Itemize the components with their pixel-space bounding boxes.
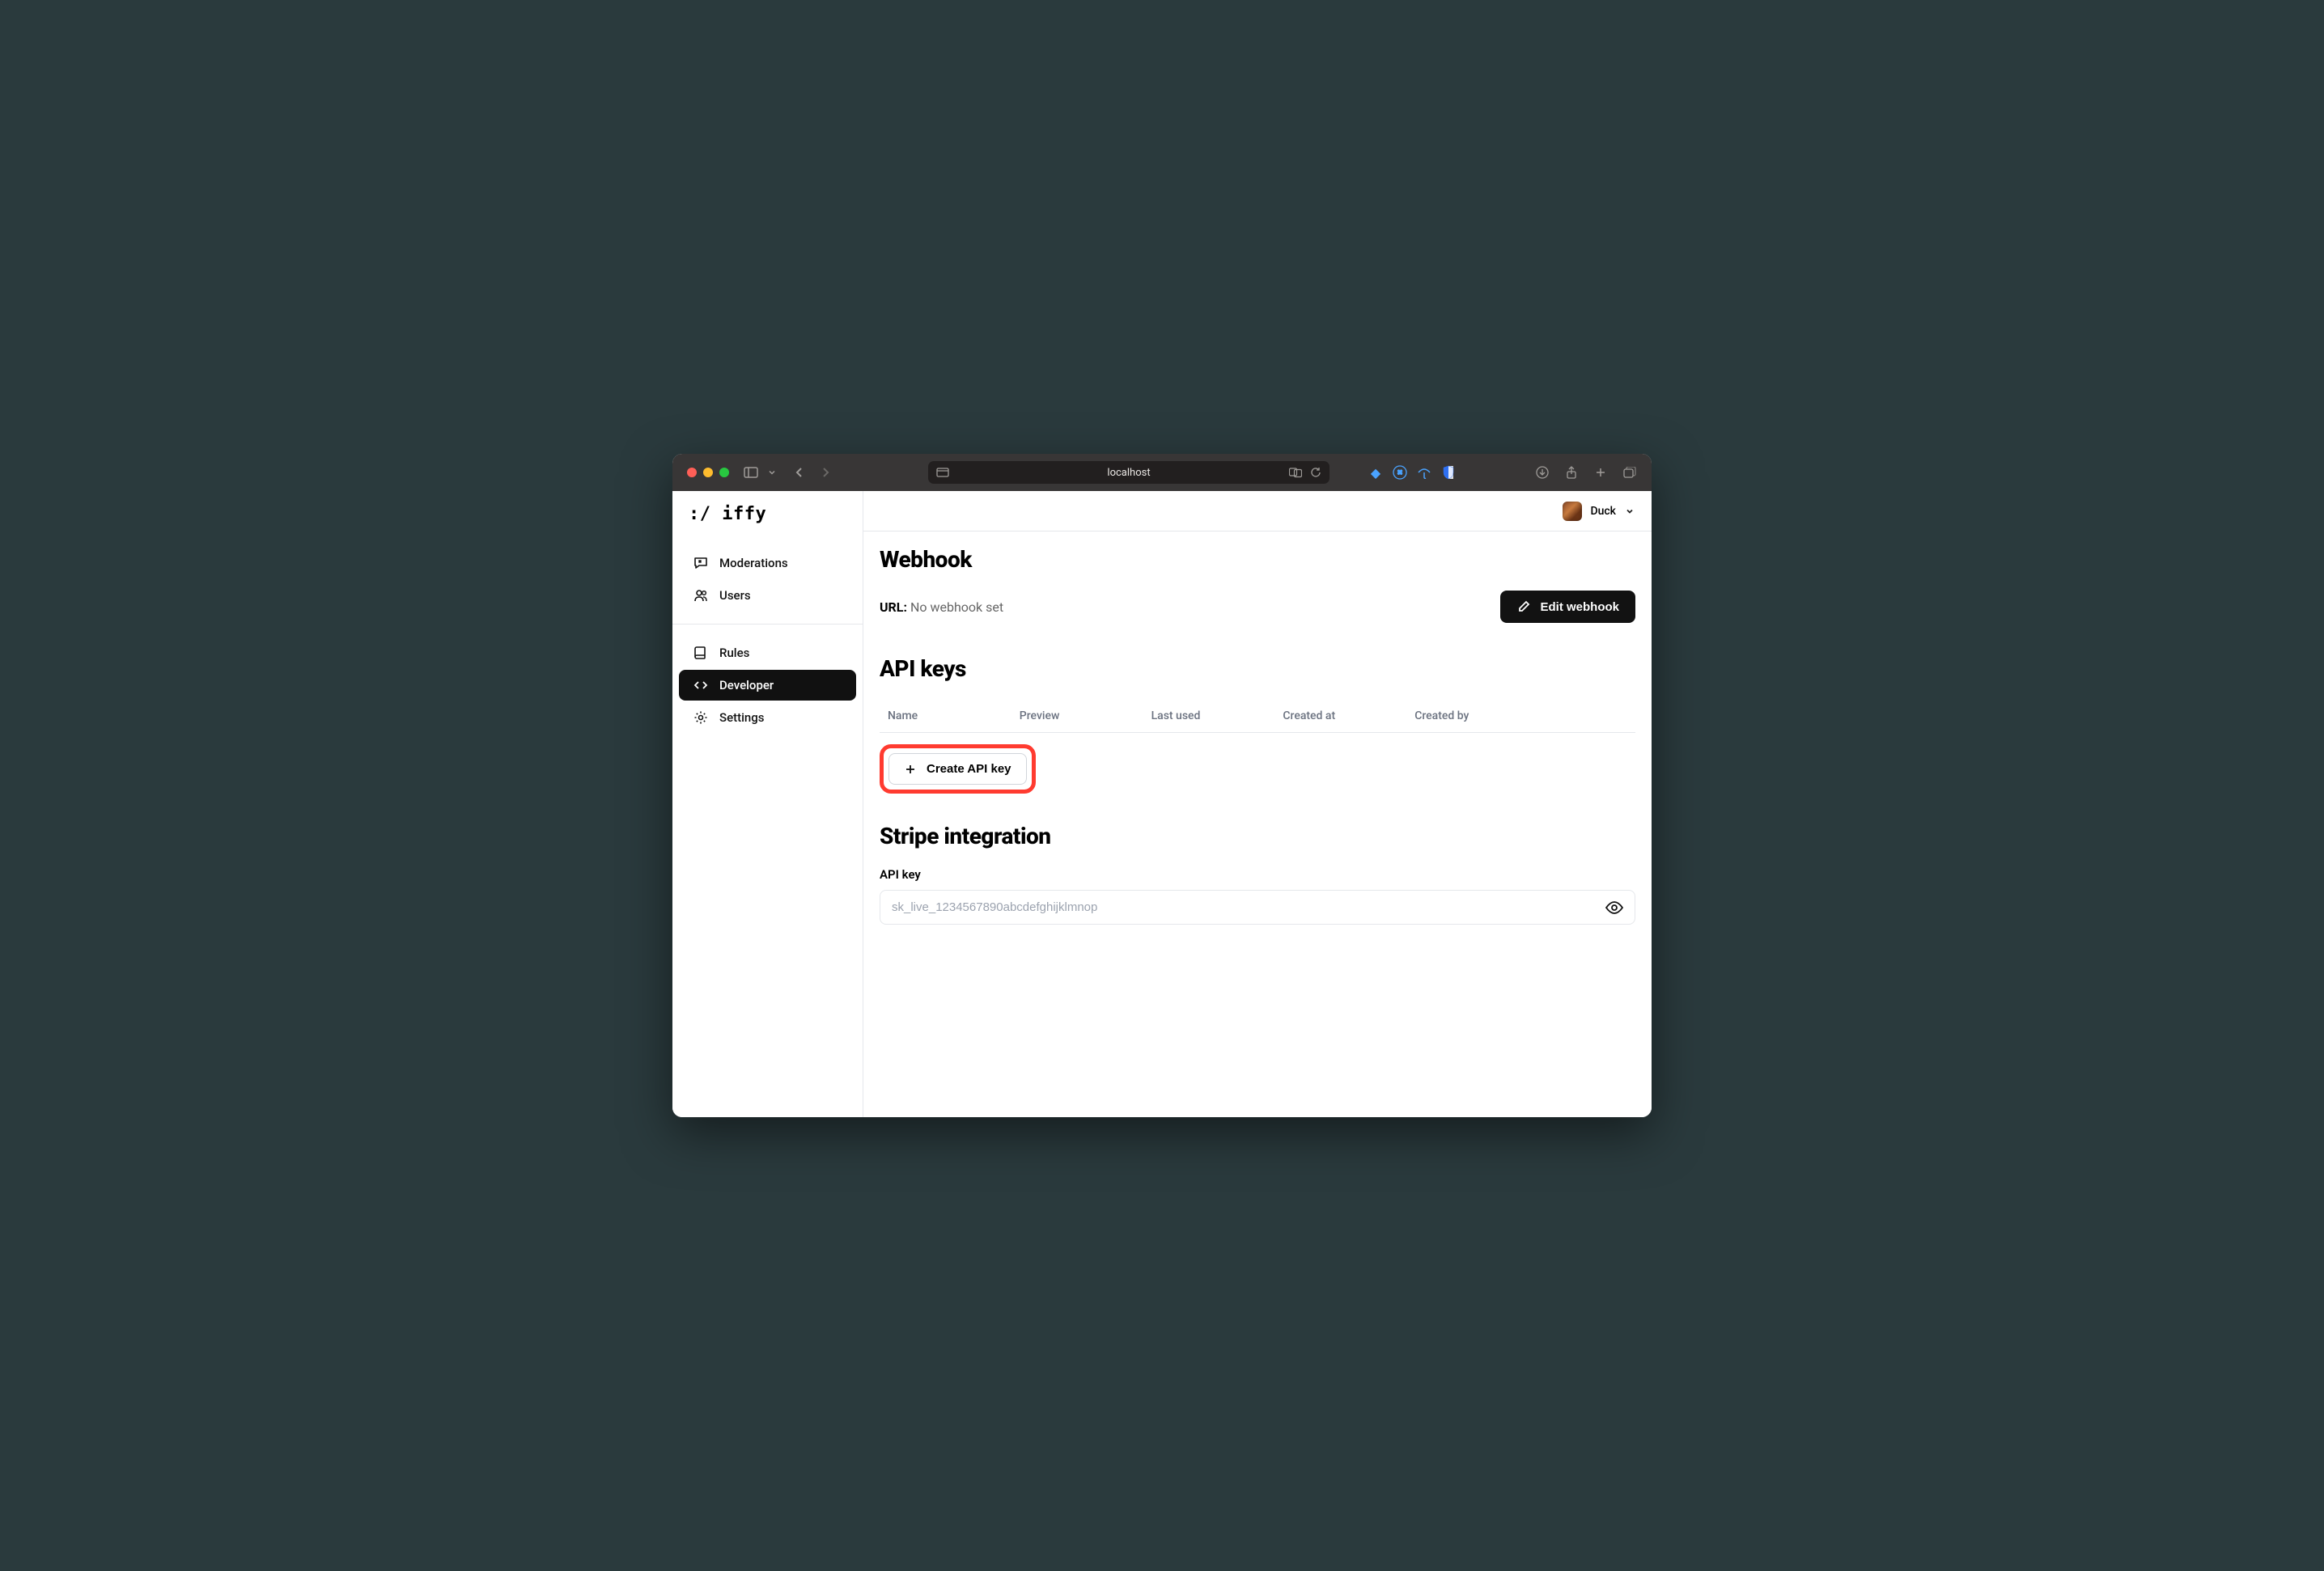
api-keys-table-header: Name Preview Last used Created at Create… <box>880 700 1635 733</box>
column-header: Name <box>888 709 1020 722</box>
gear-icon <box>693 710 708 725</box>
sidebar-item-developer[interactable]: Developer <box>679 670 856 701</box>
window-zoom-button[interactable] <box>719 468 729 477</box>
extension-icons: ◆ ⌘ <box>1368 465 1456 480</box>
highlight-annotation: Create API key <box>880 744 1036 794</box>
code-icon <box>693 678 708 692</box>
message-x-icon <box>693 556 708 570</box>
column-header: Preview <box>1020 709 1151 722</box>
webhook-url-row: URL: No webhook set <box>880 599 1003 615</box>
top-bar: Duck <box>863 491 1652 531</box>
extension-diamond-icon[interactable]: ◆ <box>1368 465 1383 480</box>
extension-command-icon[interactable]: ⌘ <box>1393 465 1407 480</box>
sidebar-item-rules[interactable]: Rules <box>679 637 856 668</box>
edit-icon <box>1516 599 1531 614</box>
translate-icon[interactable] <box>1289 467 1302 478</box>
traffic-lights <box>687 468 729 477</box>
stripe-field-label: API key <box>880 867 1635 882</box>
avatar[interactable] <box>1563 502 1582 521</box>
extension-shield-icon[interactable] <box>1441 465 1456 480</box>
eye-icon <box>1605 901 1623 914</box>
share-icon[interactable] <box>1564 465 1579 480</box>
api-keys-heading: API keys <box>880 655 1635 682</box>
chevron-down-icon[interactable] <box>765 465 779 480</box>
sidebar-item-label: Moderations <box>719 556 788 570</box>
sidebar-item-moderations[interactable]: Moderations <box>679 548 856 578</box>
plus-icon <box>904 763 917 776</box>
nav-forward-icon[interactable] <box>818 465 833 480</box>
create-api-key-label: Create API key <box>927 762 1011 776</box>
browser-window: localhost ◆ ⌘ <box>672 454 1652 1117</box>
sidebar-item-label: Users <box>719 588 751 603</box>
sidebar: :/ iffy Moderations Users <box>672 491 863 1117</box>
create-api-key-button[interactable]: Create API key <box>888 753 1027 785</box>
nav-back-icon[interactable] <box>792 465 807 480</box>
main-area: Duck Webhook URL: No webhook set <box>863 491 1652 1117</box>
column-header: Created at <box>1283 709 1414 722</box>
sidebar-item-users[interactable]: Users <box>679 580 856 611</box>
stripe-heading: Stripe integration <box>880 823 1635 849</box>
downloads-icon[interactable] <box>1535 465 1550 480</box>
reload-icon[interactable] <box>1310 467 1321 478</box>
book-icon <box>693 646 708 660</box>
toggle-visibility-button[interactable] <box>1594 901 1635 914</box>
site-settings-icon[interactable] <box>936 468 949 477</box>
window-minimize-button[interactable] <box>703 468 713 477</box>
user-name: Duck <box>1590 505 1616 518</box>
browser-chrome: localhost ◆ ⌘ <box>672 454 1652 491</box>
stripe-api-key-field-wrap <box>880 890 1635 925</box>
webhook-url-value: No webhook set <box>910 599 1003 615</box>
tabs-overview-icon[interactable] <box>1622 465 1637 480</box>
sidebar-item-settings[interactable]: Settings <box>679 702 856 733</box>
edit-webhook-button[interactable]: Edit webhook <box>1500 591 1636 623</box>
sidebar-item-label: Rules <box>719 646 749 660</box>
sidebar-item-label: Settings <box>719 710 765 725</box>
extension-umbrella-icon[interactable] <box>1417 465 1431 480</box>
column-header: Created by <box>1414 709 1546 722</box>
sidebar-separator <box>672 624 863 625</box>
column-header: Last used <box>1151 709 1283 722</box>
webhook-url-label: URL: <box>880 599 907 615</box>
url-bar[interactable]: localhost <box>928 461 1330 484</box>
sidebar-item-label: Developer <box>719 678 774 692</box>
webhook-heading: Webhook <box>880 546 1635 573</box>
edit-webhook-label: Edit webhook <box>1541 600 1620 614</box>
url-text: localhost <box>1107 467 1150 479</box>
app-logo: :/ iffy <box>672 491 863 538</box>
stripe-api-key-input[interactable] <box>880 891 1594 924</box>
window-close-button[interactable] <box>687 468 697 477</box>
users-icon <box>693 588 708 603</box>
new-tab-icon[interactable] <box>1593 465 1608 480</box>
svg-text:⌘: ⌘ <box>1397 469 1402 478</box>
chevron-down-icon[interactable] <box>1624 506 1635 517</box>
sidebar-toggle-icon[interactable] <box>744 465 758 480</box>
